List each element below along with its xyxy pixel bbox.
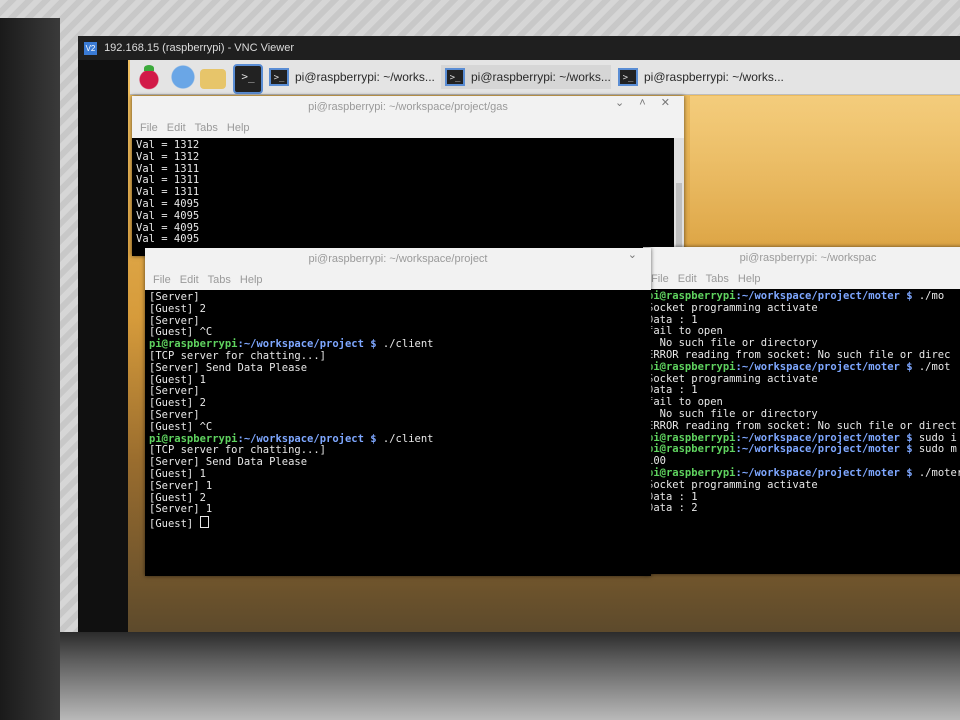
terminal-line: [Server] Send Data Please xyxy=(149,361,308,374)
prompt-command: ./client xyxy=(376,338,434,351)
prompt-user: pi@raspberrypi xyxy=(149,338,238,351)
window-title[interactable]: pi@raspberrypi: ~/workspace/project xyxy=(145,248,651,270)
prompt-user: pi@raspberrypi xyxy=(149,432,238,445)
vnc-logo-icon: V2 xyxy=(84,41,97,55)
terminal-line: [Guest] 2 xyxy=(149,491,206,504)
terminal-line: [Guest] 2 xyxy=(149,302,206,315)
screen-glare xyxy=(690,96,960,246)
terminal-window-gas[interactable]: pi@raspberrypi: ~/workspace/project/gas … xyxy=(132,96,684,256)
terminal-line: Val = 1311 xyxy=(136,174,200,187)
prompt-user: pi@raspberrypi xyxy=(647,466,736,479)
window-title[interactable]: pi@raspberrypi: ~/workspace/project/gas xyxy=(132,96,684,118)
prompt-command: ./mot xyxy=(912,360,951,373)
menu-bar[interactable]: File Edit Tabs Help xyxy=(145,270,651,290)
prompt-command: ./client xyxy=(376,432,434,445)
menu-bar[interactable]: File Edit Tabs Help xyxy=(132,118,684,138)
prompt-user: pi@raspberrypi xyxy=(647,290,736,302)
terminal-line: [Server] 1 xyxy=(149,479,213,492)
raspberry-menu-icon[interactable] xyxy=(136,64,162,90)
taskbar-item-label: pi@raspberrypi: ~/works... xyxy=(295,70,435,84)
terminal-line: [Server] xyxy=(149,408,200,421)
terminal-output[interactable]: Val = 1312 Val = 1312 Val = 1311 Val = 1311… xyxy=(132,138,684,256)
prompt-path: :~/workspace/project/moter $ xyxy=(735,290,913,302)
terminal-line: [Guest] 1 xyxy=(149,467,206,480)
prompt-command: sudo i xyxy=(912,431,957,444)
terminal-line: Val = 1312 xyxy=(136,139,200,151)
taskbar-item-label: pi@raspberrypi: ~/works... xyxy=(471,70,611,84)
prompt-path: :~/workspace/project/moter $ xyxy=(735,466,913,479)
terminal-line: Data : 2 xyxy=(647,502,698,515)
prompt-command: ./mo xyxy=(912,290,945,302)
menu-bar[interactable]: File Edit Tabs Help xyxy=(643,269,960,289)
terminal-output[interactable]: pi@raspberrypi:~/workspace/project/moter… xyxy=(643,289,960,574)
terminal-line: Val = 1312 xyxy=(136,150,200,163)
terminal-line: pi@raspberrypi:~/workspace/project/moter… xyxy=(647,443,960,456)
taskbar-item-terminal-2[interactable]: >_ pi@raspberrypi: ~/works... xyxy=(441,65,611,89)
prompt-path: :~/workspace/project/moter $ xyxy=(735,431,913,444)
terminal-line: Socket programming activate xyxy=(647,301,818,314)
terminal-line: [Server] 1 xyxy=(149,503,213,516)
terminal-line: [Server] xyxy=(149,291,200,303)
taskbar-item-label: pi@raspberrypi: ~/works... xyxy=(644,70,784,84)
terminal-line: [Guest] 1 xyxy=(149,373,206,386)
window-controls[interactable]: ⌄ xyxy=(628,248,643,261)
taskbar-item-terminal-3[interactable]: >_ pi@raspberrypi: ~/works... xyxy=(614,65,789,89)
taskbar-item-terminal-1[interactable]: >_ pi@raspberrypi: ~/works... xyxy=(265,65,435,89)
text-cursor xyxy=(199,516,209,529)
terminal-line: pi@raspberrypi:~/workspace/project/moter… xyxy=(647,466,960,480)
file-manager-icon[interactable] xyxy=(200,69,226,89)
taskbar: >_ >_ pi@raspberrypi: ~/works... >_ pi@r… xyxy=(130,60,960,95)
terminal-line: Val = 4095 xyxy=(136,221,200,234)
prompt-command: ./moter xyxy=(912,466,960,479)
terminal-window-moter[interactable]: pi@raspberrypi: ~/workspac File Edit Tab… xyxy=(643,247,960,574)
terminal-line: [Server] xyxy=(149,314,200,327)
terminal-line: [Guest] 2 xyxy=(149,397,206,410)
vnc-title-bar[interactable]: V2 192.168.15 (raspberrypi) - VNC Viewer xyxy=(78,36,960,60)
prompt-path: :~/workspace/project/moter $ xyxy=(735,443,913,456)
terminal-icon: >_ xyxy=(269,68,289,86)
vnc-window-title: 192.168.15 (raspberrypi) - VNC Viewer xyxy=(104,42,295,54)
terminal-line: Val = 1311 xyxy=(136,186,200,199)
browser-icon[interactable] xyxy=(170,64,196,90)
terminal-line: [Server] Send Data Please xyxy=(149,456,308,469)
terminal-output[interactable]: [Server] [Guest] 2 [Server] [Guest] ^C pi@ra… xyxy=(145,290,651,576)
monitor-bezel-left xyxy=(0,18,60,720)
terminal-line: Val = 4095 xyxy=(136,209,200,222)
terminal-line: [TCP server for chatting...] xyxy=(149,349,327,362)
terminal-launcher-icon[interactable]: >_ xyxy=(233,64,263,94)
terminal-line: Val = 4095 xyxy=(136,233,200,246)
terminal-line: pi@raspberrypi:~/workspace/project/moter… xyxy=(647,360,960,374)
prompt-path: :~/workspace/project $ xyxy=(237,432,377,445)
prompt-user: pi@raspberrypi xyxy=(647,443,736,456)
terminal-line: Val = 1311 xyxy=(136,162,200,175)
vnc-left-strip xyxy=(78,60,128,632)
terminal-line: [Server] xyxy=(149,385,200,398)
terminal-line: Socket programming activate xyxy=(647,478,818,491)
prompt-path: :~/workspace/project $ xyxy=(237,338,377,351)
terminal-icon: >_ xyxy=(618,68,638,86)
scrollbar[interactable] xyxy=(674,138,684,256)
terminal-window-project[interactable]: pi@raspberrypi: ~/workspace/project ⌄ Fi… xyxy=(145,248,651,576)
window-title[interactable]: pi@raspberrypi: ~/workspac xyxy=(643,247,960,269)
terminal-line: : No such file or directory xyxy=(647,407,818,420)
monitor-bottom-bezel xyxy=(60,632,960,720)
prompt-user: pi@raspberrypi xyxy=(647,431,736,444)
terminal-line: Val = 4095 xyxy=(136,197,200,210)
window-controls[interactable]: ⌄ ˄ ✕ xyxy=(615,96,676,109)
terminal-line: [Guest] xyxy=(149,516,647,531)
terminal-icon: >_ xyxy=(445,68,465,86)
prompt-command: sudo m xyxy=(912,443,957,456)
prompt-user: pi@raspberrypi xyxy=(647,360,736,373)
prompt-path: :~/workspace/project/moter $ xyxy=(735,360,913,373)
